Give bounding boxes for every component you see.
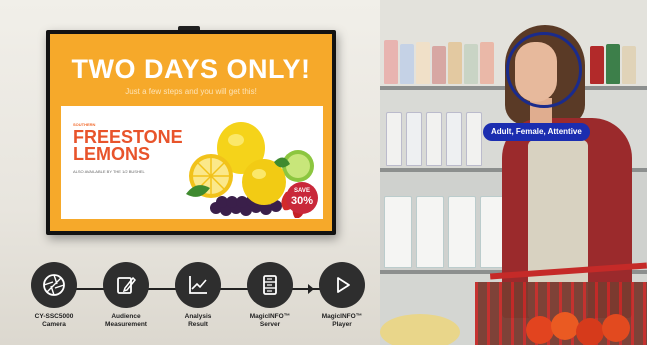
step-audience-measurement: Audience Measurement xyxy=(92,262,160,329)
step-label: CY-SSC5000 Camera xyxy=(20,313,88,329)
step-label: Audience Measurement xyxy=(92,313,160,329)
step-circle xyxy=(247,262,293,308)
step-label-line1: MagicINFO™ xyxy=(321,313,363,320)
product-bottle xyxy=(606,44,620,84)
line-chart-icon xyxy=(189,276,207,294)
promo-headline: TWO DAYS ONLY! xyxy=(71,54,311,84)
step-analysis-result: Analysis Result xyxy=(164,262,232,329)
workflow-pipeline: CY-SSC5000 Camera Audience Measurement A… xyxy=(20,262,380,342)
milk-jug xyxy=(416,196,444,268)
signage-display: TWO DAYS ONLY! Just a few steps and you … xyxy=(46,30,336,235)
product-bottle xyxy=(480,42,494,84)
step-label: MagicINFO™ Server xyxy=(236,313,304,329)
step-label-line2: Camera xyxy=(42,321,66,328)
product-card: SOUTHERN FREESTONE LEMONS ALSO AVAILABLE… xyxy=(61,106,323,219)
product-bottle xyxy=(416,42,430,84)
step-label-line1: Analysis xyxy=(184,313,212,320)
product-bottle xyxy=(432,46,446,84)
step-circle xyxy=(31,262,77,308)
step-circle xyxy=(319,262,365,308)
face-detection-ring xyxy=(506,32,582,108)
product-bottle xyxy=(466,112,482,166)
produce-in-cart xyxy=(380,312,630,345)
milk-jug xyxy=(384,196,412,268)
step-label-line1: Audience xyxy=(111,313,141,320)
product-bottle xyxy=(448,42,462,84)
promo-subline: Just a few steps and you will get this! xyxy=(125,87,257,96)
product-subtitle: ALSO AVAILABLE BY THE 1/2 BUSHEL xyxy=(73,169,145,174)
step-label-line2: Server xyxy=(259,321,281,328)
product-bottle xyxy=(590,46,604,84)
product-bottle xyxy=(400,44,414,84)
product-bottle xyxy=(406,112,422,166)
step-label-line2: Result xyxy=(188,321,208,328)
discount-badge-value: 30% xyxy=(290,195,314,207)
product-bottle xyxy=(426,112,442,166)
camera-aperture-icon xyxy=(43,274,65,296)
discount-badge-label: SAVE xyxy=(294,188,310,194)
store-scene: Adult, Female, Attentive xyxy=(380,0,647,345)
product-bottle xyxy=(386,112,402,166)
play-icon xyxy=(337,277,350,293)
detection-label: Adult, Female, Attentive xyxy=(483,123,590,141)
step-label-line2: Player xyxy=(332,321,352,328)
step-magicinfo-server: MagicINFO™ Server xyxy=(236,262,304,329)
step-circle xyxy=(103,262,149,308)
stage: TWO DAYS ONLY! Just a few steps and you … xyxy=(0,0,647,345)
product-bottle xyxy=(464,44,478,84)
milk-jug xyxy=(448,196,476,268)
discount-badge: SAVE 30% xyxy=(286,182,318,214)
product-bottle xyxy=(384,40,398,84)
display-screen: TWO DAYS ONLY! Just a few steps and you … xyxy=(50,34,332,231)
product-bottle xyxy=(446,112,462,166)
product-bottle xyxy=(622,46,636,84)
step-label: Analysis Result xyxy=(164,313,232,329)
step-label-line1: CY-SSC5000 xyxy=(34,313,74,320)
server-icon xyxy=(263,275,277,295)
step-magicinfo-player: MagicINFO™ Player xyxy=(308,262,376,329)
step-label-line2: Measurement xyxy=(105,321,147,328)
edit-note-icon xyxy=(117,276,137,294)
step-label: MagicINFO™ Player xyxy=(308,313,376,329)
step-circle xyxy=(175,262,221,308)
step-label-line1: MagicINFO™ xyxy=(249,313,291,320)
step-camera: CY-SSC5000 Camera xyxy=(20,262,88,329)
